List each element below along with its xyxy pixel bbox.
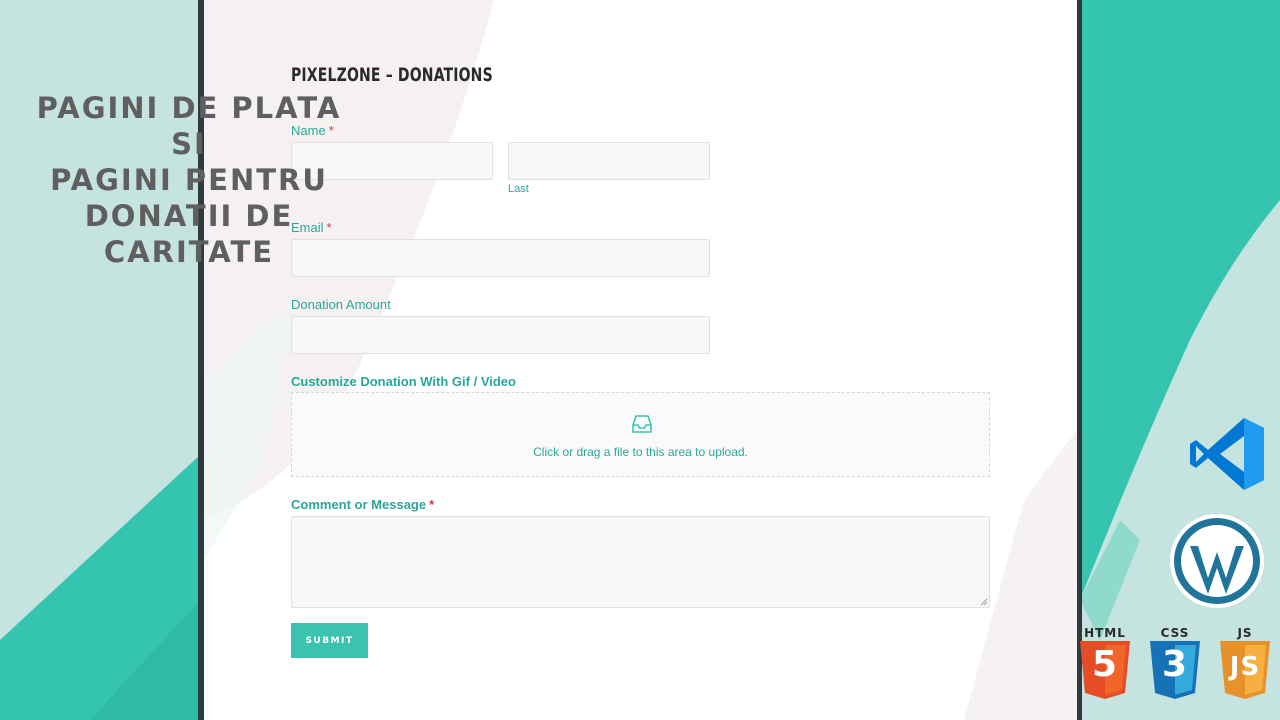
- file-upload-dropzone[interactable]: Click or drag a file to this area to upl…: [291, 392, 990, 477]
- vscode-logo-icon: [1190, 418, 1264, 490]
- right-background: [1080, 0, 1280, 720]
- required-mark: *: [429, 497, 435, 512]
- donation-amount-label: Donation Amount: [291, 297, 391, 312]
- donation-amount-input[interactable]: [291, 316, 710, 354]
- teal-splash-right: [1080, 0, 1280, 640]
- html5-number: 5: [1091, 644, 1119, 685]
- promo-line: PAGINI PENTRU: [50, 163, 328, 197]
- promo-line: DONATII DE: [84, 199, 294, 233]
- form-title: PIXELZONE – DONATIONS: [291, 64, 493, 86]
- upload-instructions: Click or drag a file to this area to upl…: [533, 445, 748, 459]
- last-sublabel: Last: [508, 183, 529, 195]
- promo-line: SI: [171, 127, 207, 161]
- css3-number: 3: [1161, 644, 1189, 685]
- resize-handle-icon[interactable]: [980, 598, 988, 606]
- promo-line: CARITATE: [103, 235, 275, 269]
- html5-label: HTML: [1084, 626, 1126, 640]
- frame-edge-right: [1077, 0, 1082, 720]
- js-mark: JS: [1229, 652, 1261, 682]
- comment-label: Comment or Message *: [291, 497, 434, 512]
- inbox-upload-icon: [632, 415, 652, 433]
- submit-button[interactable]: SUBMIT: [291, 623, 368, 658]
- promo-line: PAGINI DE PLATA: [36, 91, 342, 125]
- js-label: JS: [1237, 626, 1253, 640]
- last-name-input[interactable]: [508, 142, 710, 180]
- customize-donation-label: Customize Donation With Gif / Video: [291, 374, 516, 389]
- css3-label: CSS: [1160, 626, 1190, 640]
- comment-label-text: Comment or Message: [291, 497, 427, 512]
- promo-title: PAGINI DE PLATA SI PAGINI PENTRU DONATII…: [14, 90, 364, 270]
- comment-textarea[interactable]: [291, 516, 990, 608]
- wordpress-logo-icon: [1170, 514, 1264, 608]
